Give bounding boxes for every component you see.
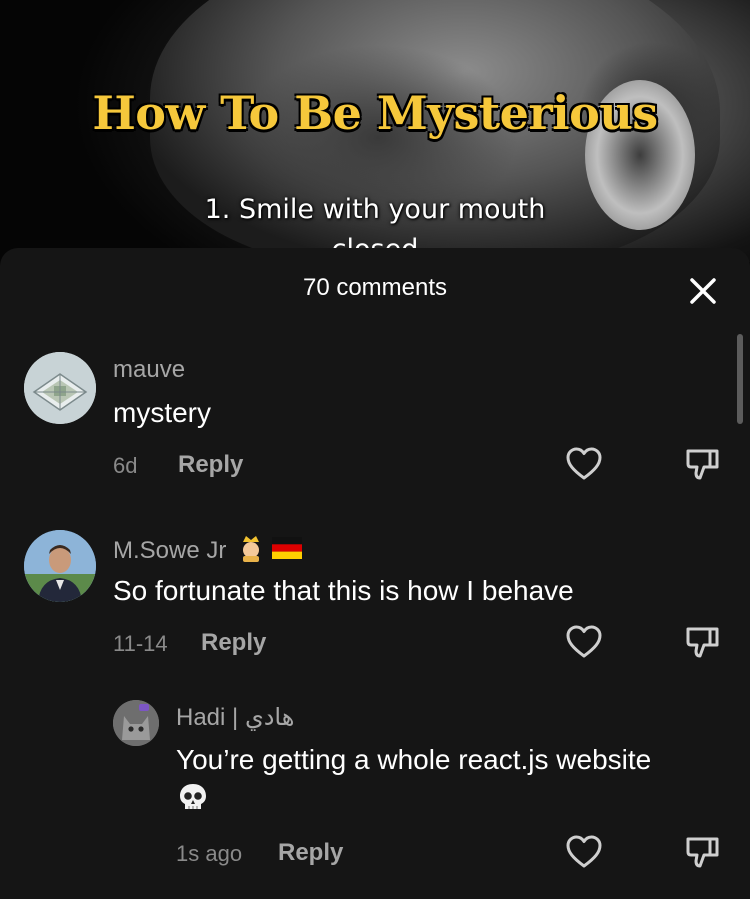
username-text: M.Sowe Jr xyxy=(113,536,227,564)
close-button[interactable] xyxy=(682,270,724,312)
comments-header: 70 comments xyxy=(0,248,750,328)
comment-item: mauve mystery 6d Reply xyxy=(0,348,750,498)
avatar[interactable] xyxy=(113,700,159,746)
thumbs-down-icon xyxy=(686,627,719,658)
comment-count: 70 comments xyxy=(302,274,448,301)
comment-username[interactable]: M.Sowe Jr xyxy=(113,534,302,569)
reply-button[interactable]: Reply xyxy=(178,451,243,479)
comment-time: 11-14 xyxy=(113,631,168,656)
comment-time: 1s ago xyxy=(176,841,243,866)
comment-text-body: You’re getting a whole react.js website xyxy=(176,744,652,775)
reply-button[interactable]: Reply xyxy=(201,629,266,657)
thumbs-down-icon xyxy=(686,837,719,868)
comment-item: M.Sowe Jr So fortunate that this is how … xyxy=(0,528,750,678)
reply-button[interactable]: Reply xyxy=(278,839,343,867)
skull-emoji xyxy=(176,781,210,823)
like-button[interactable] xyxy=(565,833,603,871)
heart-icon xyxy=(566,835,602,868)
dislike-button[interactable] xyxy=(684,445,722,483)
comment-time: 6d xyxy=(113,453,138,478)
close-icon xyxy=(690,278,716,304)
heart-icon xyxy=(566,447,602,480)
reply-item: Hadi | هادي You’re getting a whole react… xyxy=(0,698,750,888)
comment-text: So fortunate that this is how I behave xyxy=(113,575,574,606)
video-title: How To Be Mysterious xyxy=(92,86,658,140)
comment-username[interactable]: mauve xyxy=(113,356,185,384)
germany-flag-emoji xyxy=(271,537,302,566)
comment-username[interactable]: Hadi | هادي xyxy=(176,703,294,732)
dislike-button[interactable] xyxy=(684,623,722,661)
video-caption: 1. Smile with your mouth xyxy=(204,194,546,225)
avatar[interactable] xyxy=(24,530,96,602)
comment-text: You’re getting a whole react.js website xyxy=(176,743,736,823)
thumbs-down-icon xyxy=(686,449,719,480)
comment-text: mystery xyxy=(113,397,211,428)
heart-icon xyxy=(566,625,602,658)
avatar[interactable] xyxy=(24,352,96,424)
video-background: How To Be Mysterious 1. Smile with your … xyxy=(0,0,750,262)
like-button[interactable] xyxy=(565,623,603,661)
comments-sheet: 70 comments mauve mystery 6d Reply M.Sow… xyxy=(0,248,750,899)
like-button[interactable] xyxy=(565,445,603,483)
dislike-button[interactable] xyxy=(684,833,722,871)
crown-person-emoji xyxy=(239,534,263,569)
